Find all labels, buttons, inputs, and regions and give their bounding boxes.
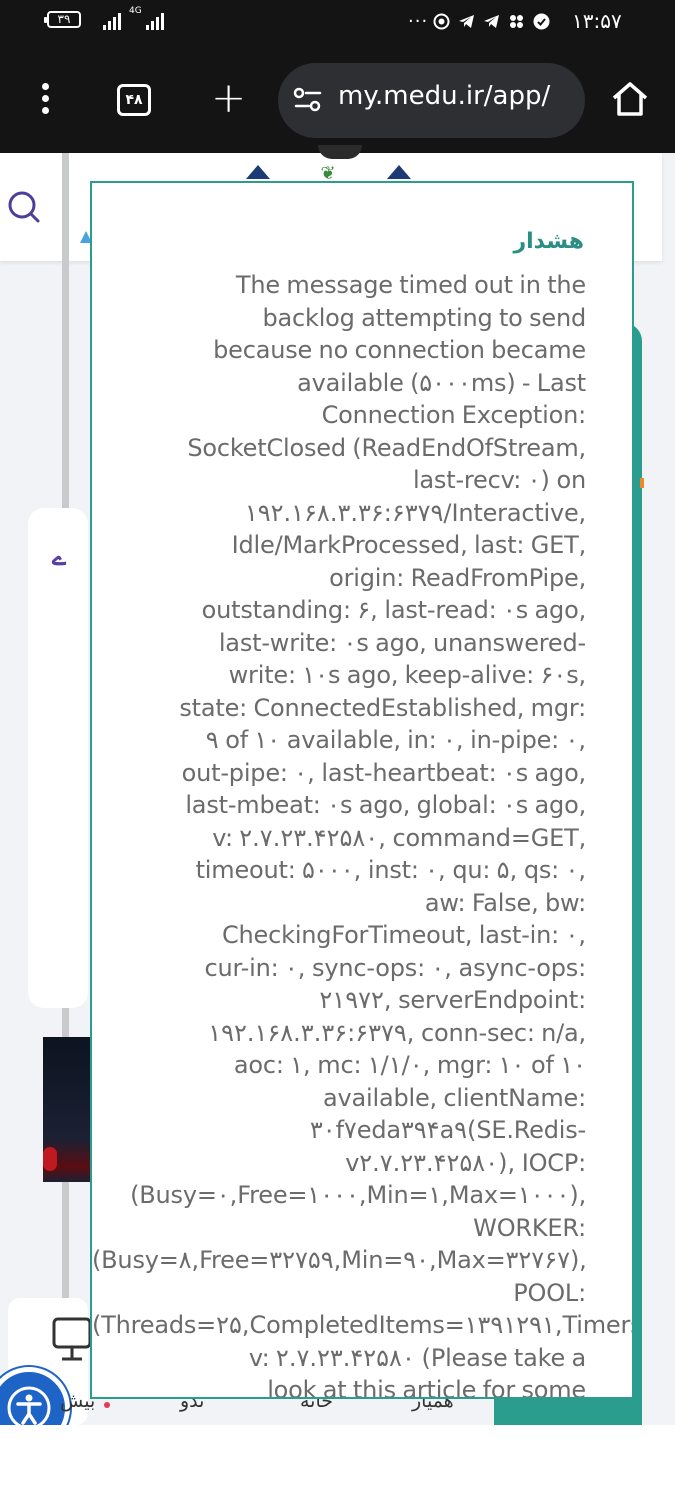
message-line: cur-in: ۰, sync-ops: ۰, async-ops: xyxy=(204,953,587,982)
message-line: v: ۲.۷.۲۳.۴۲۵۸۰, command=GET, xyxy=(212,823,586,852)
message-line: v۲.۷.۲۳.۴۲۵۸۰), IOCP: xyxy=(345,1148,586,1177)
logo-decoration xyxy=(387,165,411,179)
message-line: aw: False, bw: xyxy=(424,888,586,917)
signal-icon xyxy=(146,12,164,30)
message-line: aoc: ۱, mc: ۱/۱/۰, mgr: ۱۰ of ۱۰ xyxy=(233,1051,586,1079)
message-line: backlog attempting to send xyxy=(262,303,586,332)
message-line: ۱۹۲.۱۶۸.۳.۳۶:۶۳۷۹, conn-sec: n/a, xyxy=(208,1018,586,1047)
message-line: POOL: xyxy=(513,1278,586,1307)
message-line: ۳۰f۷eda۳۹۴a۹(SE.Redis- xyxy=(309,1116,586,1144)
new-tab-button[interactable]: + xyxy=(211,77,246,119)
tab-count: ۴۸ xyxy=(125,92,143,108)
message-line: look at this article for some xyxy=(267,1376,586,1399)
message-line: because no connection became xyxy=(213,336,586,364)
message-line: origin: ReadFromPipe, xyxy=(329,563,586,592)
url-text[interactable]: my.medu.ir/app/ xyxy=(338,81,578,111)
message-line: out-pipe: ۰, last-heartbeat: ۰s ago, xyxy=(181,758,587,787)
message-line: last-mbeat: ۰s ago, global: ۰s ago, xyxy=(185,791,586,819)
message-line: Idle/MarkProcessed, last: GET, xyxy=(231,531,587,559)
status-bar: ۳۹ 4G ··· ۱۳:۵۷ xyxy=(0,0,675,45)
message-line: (Busy=۸,Free=۳۲۷۵۹,Min=۹۰,Max=۳۲۷۶۷), xyxy=(92,1246,587,1274)
search-icon[interactable] xyxy=(4,188,44,228)
browser-toolbar: ۴۸ + my.medu.ir/app/ xyxy=(0,45,675,153)
site-settings-icon[interactable] xyxy=(293,87,323,113)
message-line: (Busy=۰,Free=۱۰۰۰,Min=۱,Max=۱۰۰۰), xyxy=(130,1181,586,1209)
message-line: ۲۱۹۷۲, serverEndpoint: xyxy=(319,986,586,1014)
battery-icon: ۳۹ xyxy=(44,11,81,28)
message-line: v: ۲.۷.۲۳.۴۲۵۸۰ (Please take a xyxy=(248,1343,586,1372)
banner-image[interactable] xyxy=(43,1037,93,1182)
message-line: state: ConnectedEstablished, mgr: xyxy=(179,693,586,722)
logo-decoration xyxy=(318,145,362,159)
message-line: timeout: ۵۰۰۰, inst: ۰, qu: ۵, qs: ۰, xyxy=(195,856,587,884)
clock: ۱۳:۵۷ xyxy=(572,9,622,33)
emblem-icon: ❦ xyxy=(320,163,336,184)
message-line: outstanding: ۶, last-read: ۰s ago, xyxy=(201,596,587,624)
dialog-message: The message timed out in the backlog atte… xyxy=(92,269,632,1399)
message-line: ۱۹۲.۱۶۸.۳.۳۶:۶۳۷۹/Interactive, xyxy=(244,498,586,527)
chrome-icon xyxy=(433,13,450,30)
signal-icon xyxy=(103,12,121,30)
apps-icon xyxy=(508,13,525,30)
message-line: last-recv: ۰) on xyxy=(412,466,586,494)
notification-icons: ··· xyxy=(408,9,550,33)
message-line: available, clientName: xyxy=(323,1083,586,1112)
system-nav-area xyxy=(0,1425,675,1500)
home-icon[interactable] xyxy=(610,80,650,118)
address-bar[interactable]: my.medu.ir/app/ xyxy=(278,63,585,138)
warning-dialog: هشدار The message timed out in the backlo… xyxy=(90,181,634,1399)
dialog-title: هشدار xyxy=(513,229,584,254)
tab-switcher-button[interactable]: ۴۸ xyxy=(117,84,151,116)
more-icon: ··· xyxy=(408,10,429,32)
indicator xyxy=(640,478,644,488)
card-heading-fragment: ے xyxy=(52,543,67,571)
message-line: The message timed out in the xyxy=(235,271,586,299)
message-line: available (۵۰۰۰ms) - Last xyxy=(297,368,586,397)
telegram-icon xyxy=(483,13,500,30)
message-line: last-write: ۰s ago, unanswered- xyxy=(218,628,586,657)
battery-level: ۳۹ xyxy=(57,12,71,26)
logo-decoration xyxy=(246,165,270,179)
telegram-icon xyxy=(458,13,475,30)
vpn-shield-icon xyxy=(533,13,550,30)
network-type: 4G xyxy=(129,6,142,16)
message-line: (Threads=۲۵,CompletedItems=۱۳۹۱۲۹۱,Timer… xyxy=(92,1311,632,1339)
message-line: ۹ of ۱۰ available, in: ۰, in-pipe: ۰, xyxy=(205,726,586,754)
message-line: SocketClosed (ReadEndOfStream, xyxy=(187,433,586,462)
menu-icon[interactable] xyxy=(36,83,54,119)
message-line: WORKER: xyxy=(473,1213,586,1242)
notification-dot xyxy=(104,1402,110,1408)
message-line: write: ۱۰s ago, keep-alive: ۶۰s, xyxy=(228,661,587,689)
content-card xyxy=(28,508,88,1008)
message-line: CheckingForTimeout, last-in: ۰, xyxy=(221,921,586,949)
message-line: Connection Exception: xyxy=(321,401,587,429)
